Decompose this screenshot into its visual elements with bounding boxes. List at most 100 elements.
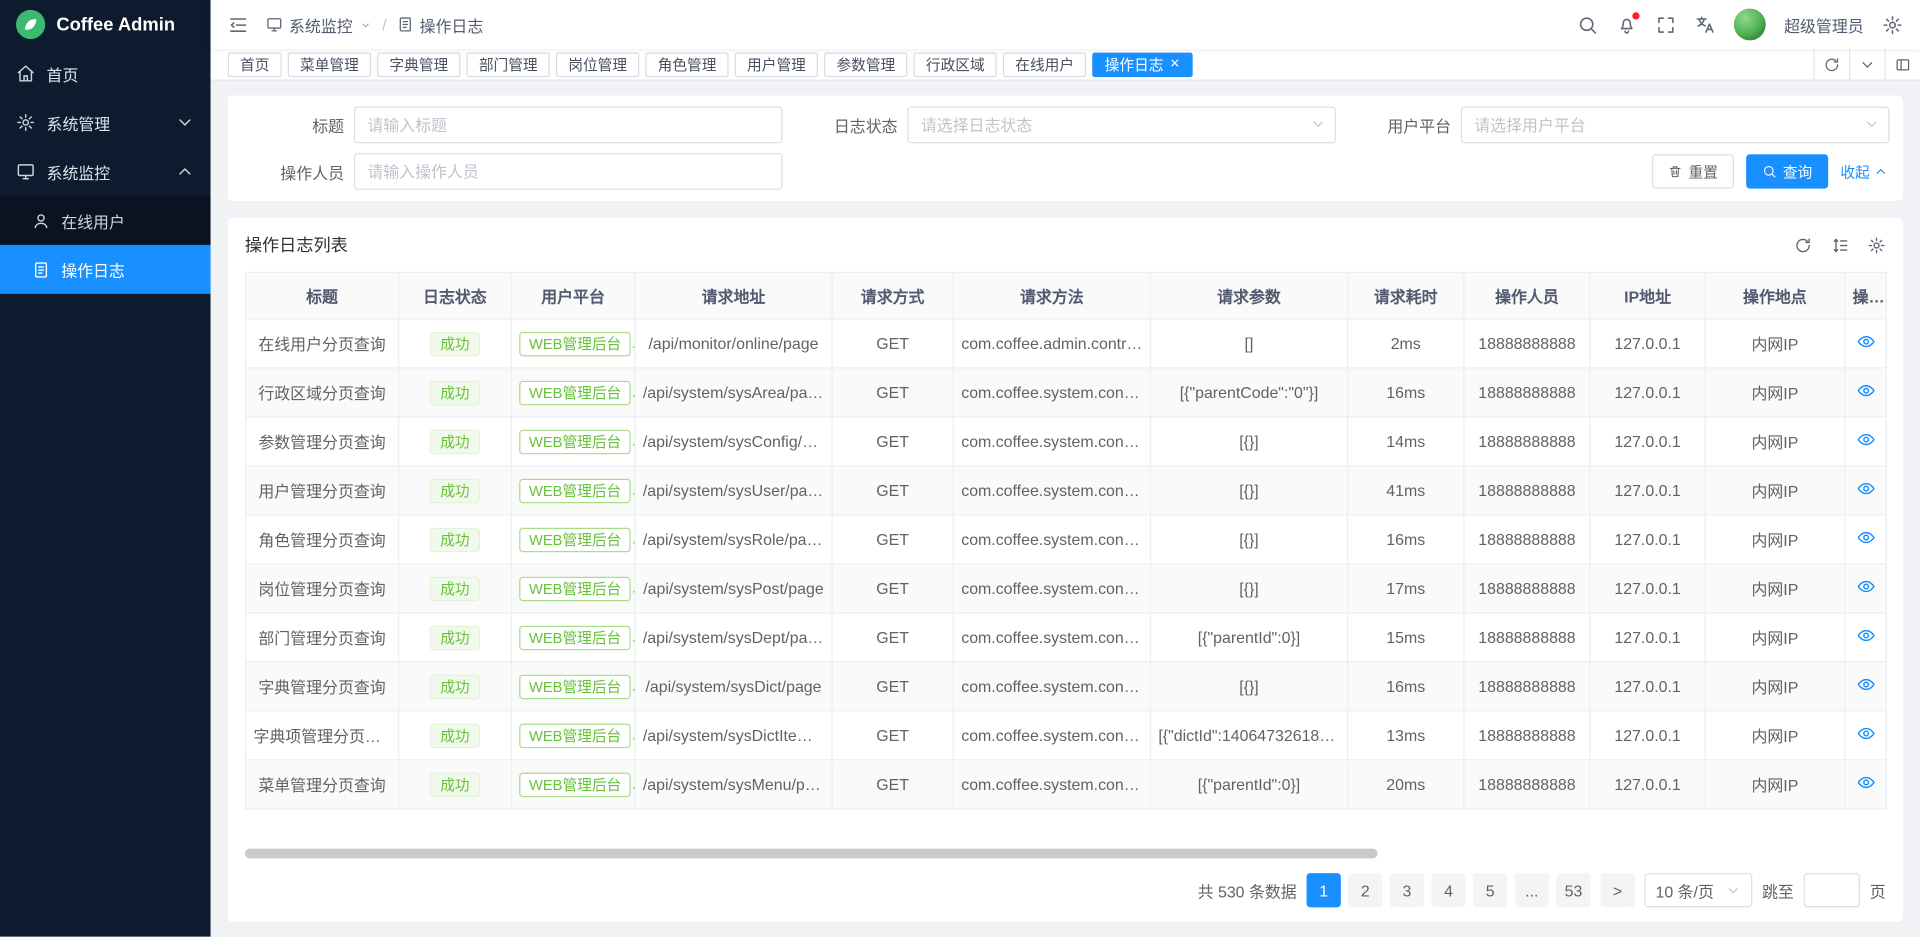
sidebar-item-home[interactable]: 首页 [0, 49, 211, 98]
tab-home[interactable]: 首页 [228, 52, 282, 76]
view-detail-eye-icon[interactable] [1856, 626, 1876, 646]
platform-tag: WEB管理后台 [519, 674, 631, 698]
page-button-5[interactable]: 5 [1473, 873, 1507, 907]
cell-handler: com.coffee.system.controlle... [953, 711, 1150, 760]
cell-ip: 127.0.0.1 [1590, 417, 1705, 466]
status-tag: 成功 [430, 478, 479, 502]
cell-title: 在线用户分页查询 [246, 319, 399, 368]
page-button-3[interactable]: 3 [1390, 873, 1424, 907]
view-detail-eye-icon[interactable] [1856, 479, 1876, 499]
gear-icon[interactable] [1867, 236, 1885, 254]
header-left: 系统监控/操作日志 [228, 13, 483, 36]
status-tag: 成功 [430, 674, 479, 698]
bell-icon[interactable] [1616, 14, 1637, 35]
tab-post[interactable]: 岗位管理 [556, 52, 639, 76]
pagination-pages: 12345...53 [1307, 873, 1591, 907]
view-detail-eye-icon[interactable] [1856, 332, 1876, 352]
cell-status: 成功 [399, 515, 512, 564]
pagination-more-button[interactable]: ... [1515, 873, 1549, 907]
page-button-53[interactable]: 53 [1556, 873, 1590, 907]
page-size-select[interactable]: 10 条/页 [1644, 873, 1752, 907]
search-icon[interactable] [1577, 14, 1598, 35]
caret-down-icon [359, 18, 372, 31]
status-tag: 成功 [430, 429, 479, 453]
view-detail-eye-icon[interactable] [1856, 675, 1876, 695]
sidebar-item-label: 系统监控 [47, 160, 165, 183]
scrollbar-thumb[interactable] [245, 849, 1378, 859]
column-header: 请求方法 [953, 272, 1150, 319]
page-button-2[interactable]: 2 [1348, 873, 1382, 907]
search-button[interactable]: 查询 [1746, 154, 1828, 188]
operator-input[interactable] [354, 153, 783, 190]
tab-action-refresh-icon[interactable] [1813, 49, 1849, 80]
column-header: 操作 [1845, 272, 1887, 319]
cell-action [1845, 662, 1887, 711]
log-status-select[interactable] [907, 107, 1336, 144]
cell-operator: 18888888888 [1464, 564, 1590, 613]
tab-role[interactable]: 角色管理 [645, 52, 728, 76]
density-icon[interactable] [1831, 236, 1849, 254]
cell-request-method: GET [832, 515, 953, 564]
view-detail-eye-icon[interactable] [1856, 577, 1876, 597]
cell-request-url: /api/monitor/online/page [635, 319, 832, 368]
tab-label: 字典管理 [389, 54, 448, 75]
collapse-filter-link[interactable]: 收起 [1840, 161, 1888, 182]
tab-dict[interactable]: 字典管理 [377, 52, 460, 76]
table-row: 行政区域分页查询成功WEB管理后台/api/system/sysArea/pag… [246, 368, 1887, 417]
cell-ip: 127.0.0.1 [1590, 368, 1705, 417]
settings-gear-icon[interactable] [1882, 14, 1903, 35]
sidebar-item-operation-log[interactable]: 操作日志 [0, 245, 211, 294]
card-header: 操作日志列表 [245, 233, 1886, 272]
tab-area[interactable]: 行政区域 [914, 52, 997, 76]
view-detail-eye-icon[interactable] [1856, 430, 1876, 450]
tab-menu[interactable]: 菜单管理 [288, 52, 371, 76]
tab-operation-log[interactable]: 操作日志✕ [1092, 52, 1192, 76]
cell-operator: 18888888888 [1464, 368, 1590, 417]
next-page-button[interactable]: > [1600, 873, 1634, 907]
cell-title: 行政区域分页查询 [246, 368, 399, 417]
fullscreen-icon[interactable] [1656, 14, 1677, 35]
cell-request-url: /api/system/sysDept/page [635, 613, 832, 662]
cell-request-method: GET [832, 319, 953, 368]
cell-duration: 14ms [1348, 417, 1464, 466]
cell-operator: 18888888888 [1464, 515, 1590, 564]
title-input[interactable] [354, 107, 783, 144]
collapse-sidebar-icon[interactable] [228, 14, 249, 35]
view-detail-eye-icon[interactable] [1856, 381, 1876, 401]
chevron-down-icon [1859, 56, 1876, 73]
sidebar-item-online-users[interactable]: 在线用户 [0, 196, 211, 245]
view-detail-eye-icon[interactable] [1856, 773, 1876, 793]
sidebar-item-system-monitor[interactable]: 系统监控 [0, 147, 211, 196]
breadcrumb-item[interactable]: 操作日志 [396, 13, 483, 36]
cell-duration: 17ms [1348, 564, 1464, 613]
page-button-4[interactable]: 4 [1431, 873, 1465, 907]
avatar[interactable] [1734, 9, 1766, 41]
page-button-1[interactable]: 1 [1307, 873, 1341, 907]
view-detail-eye-icon[interactable] [1856, 724, 1876, 744]
jump-page-input[interactable] [1804, 873, 1860, 907]
sidebar-item-system-management[interactable]: 系统管理 [0, 98, 211, 147]
breadcrumb-item[interactable]: 系统监控 [266, 13, 373, 36]
column-header: IP地址 [1590, 272, 1705, 319]
filter-row-2: 操作人员 重置 查询 [239, 153, 1892, 190]
tab-dept[interactable]: 部门管理 [467, 52, 550, 76]
monitor-icon [266, 16, 283, 33]
cell-params: [{"parentId":0}] [1150, 760, 1347, 809]
tab-config[interactable]: 参数管理 [824, 52, 907, 76]
user-platform-select[interactable] [1461, 107, 1890, 144]
tab-label: 岗位管理 [568, 54, 627, 75]
cell-action [1845, 319, 1887, 368]
app-logo[interactable]: Coffee Admin [0, 0, 211, 49]
translate-icon[interactable] [1695, 14, 1716, 35]
view-detail-eye-icon[interactable] [1856, 528, 1876, 548]
reset-button[interactable]: 重置 [1652, 154, 1734, 188]
close-icon[interactable]: ✕ [1170, 58, 1180, 70]
cell-ip: 127.0.0.1 [1590, 613, 1705, 662]
tab-action-layout-icon[interactable] [1885, 49, 1920, 80]
tab-online-user[interactable]: 在线用户 [1003, 52, 1086, 76]
username[interactable]: 超级管理员 [1784, 13, 1864, 36]
platform-tag: WEB管理后台 [519, 429, 631, 453]
tab-user[interactable]: 用户管理 [735, 52, 818, 76]
tab-action-chevron-down-icon[interactable] [1849, 49, 1885, 80]
refresh-icon[interactable] [1794, 236, 1812, 254]
